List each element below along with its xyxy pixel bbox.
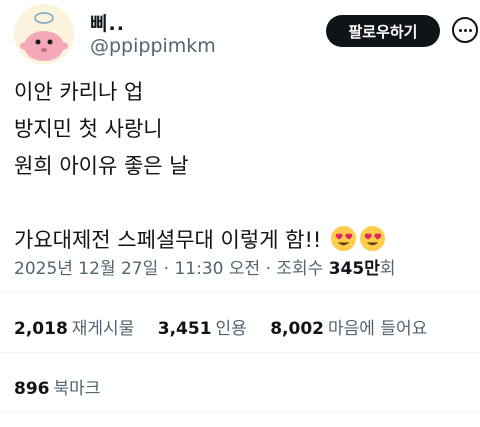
views-suffix: 회 bbox=[379, 259, 396, 279]
user-handle[interactable]: @ppippimkm bbox=[90, 35, 216, 57]
tweet-date[interactable]: 2025년 12월 27일 bbox=[14, 259, 158, 279]
tweet-meta: 2025년 12월 27일 · 11:30 오전 · 조회수 345만회 bbox=[14, 254, 396, 279]
divider bbox=[0, 412, 480, 413]
tweet-text: 이안 카리나 업 방지민 첫 사랑니 원희 아이유 좋은 날 가요대제전 스페셜… bbox=[14, 74, 386, 264]
separator-dot: · bbox=[265, 259, 271, 279]
separator-dot: · bbox=[163, 259, 170, 279]
tweet-line: 원희 아이유 좋은 날 bbox=[14, 154, 189, 178]
quotes-label: 인용 bbox=[215, 319, 247, 339]
views-count: 345만 bbox=[328, 259, 380, 279]
likes-count: 8,002 bbox=[270, 319, 324, 339]
views-label: 조회수 bbox=[276, 259, 324, 279]
quotes-stat[interactable]: 3,451 인용 bbox=[158, 319, 247, 339]
engagement-stats: 2,018 재게시물 3,451 인용 8,002 마음에 들어요 bbox=[14, 314, 445, 339]
bookmarks-stat[interactable]: 896 북마크 bbox=[14, 374, 100, 399]
likes-stat[interactable]: 8,002 마음에 들어요 bbox=[270, 319, 427, 339]
tweet-time[interactable]: 11:30 오전 bbox=[174, 259, 260, 279]
tweet-line: 가요대제전 스페셜무대 이렇게 함!! bbox=[14, 228, 322, 252]
reposts-label: 재게시물 bbox=[71, 319, 135, 339]
likes-label: 마음에 들어요 bbox=[328, 319, 428, 339]
bookmarks-label: 북마크 bbox=[53, 379, 101, 399]
tweet-line: 방지민 첫 사랑니 bbox=[14, 117, 163, 141]
reposts-count: 2,018 bbox=[14, 319, 68, 339]
avatar-image bbox=[14, 4, 74, 64]
bookmarks-count: 896 bbox=[14, 379, 50, 399]
more-options-icon[interactable] bbox=[452, 17, 478, 43]
display-name[interactable]: 삐.. bbox=[90, 9, 125, 36]
divider bbox=[0, 352, 480, 353]
reposts-stat[interactable]: 2,018 재게시물 bbox=[14, 319, 134, 339]
avatar[interactable] bbox=[14, 4, 74, 64]
tweet-line: 이안 카리나 업 bbox=[14, 80, 144, 104]
quotes-count: 3,451 bbox=[157, 319, 212, 339]
divider bbox=[0, 292, 480, 293]
follow-button[interactable]: 팔로우하기 bbox=[326, 15, 440, 47]
